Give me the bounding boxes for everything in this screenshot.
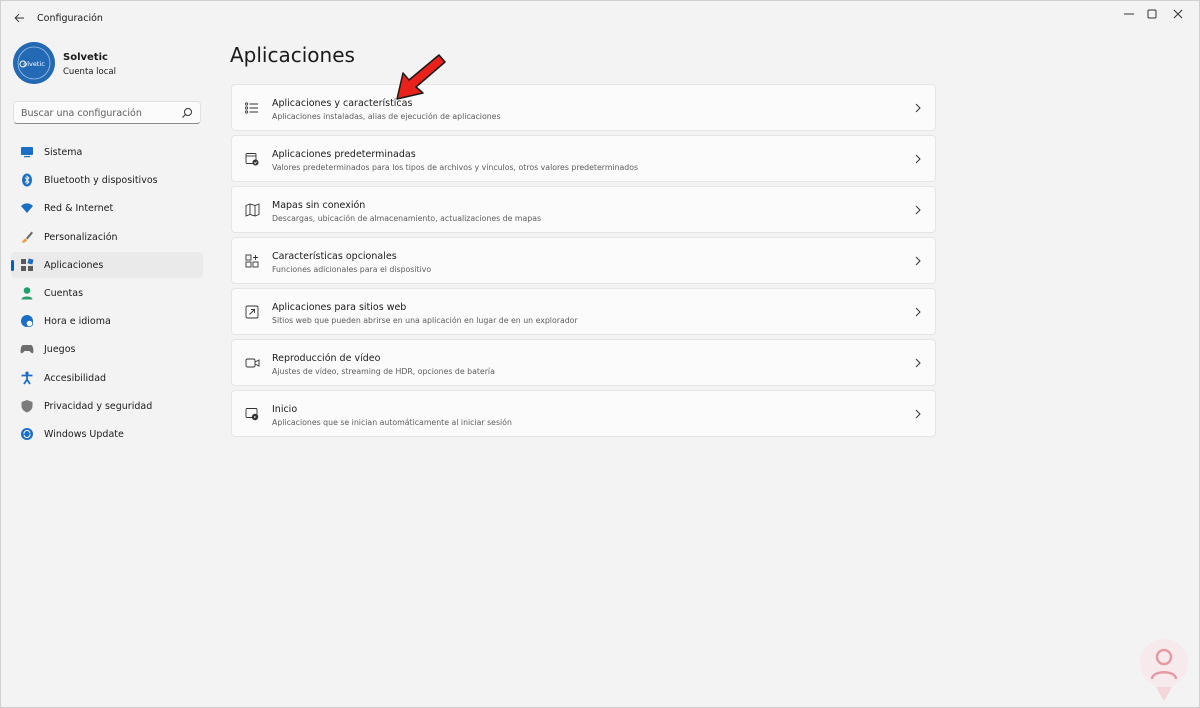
avatar-text: olvetic xyxy=(23,60,45,68)
close-icon xyxy=(1173,9,1183,19)
card-subtitle: Funciones adicionales para el dispositiv… xyxy=(272,265,432,274)
sidebar-item-cuentas[interactable]: Cuentas xyxy=(11,280,203,306)
card-title: Reproducción de vídeo xyxy=(272,353,381,364)
sidebar-item-label: Privacidad y seguridad xyxy=(44,400,153,412)
search-input[interactable]: Buscar una configuración xyxy=(13,101,201,124)
update-icon xyxy=(20,427,34,441)
card-web-apps[interactable]: Aplicaciones para sitios web Sitios web … xyxy=(231,288,936,335)
sidebar-item-juegos[interactable]: Juegos xyxy=(11,336,203,362)
card-default-apps[interactable]: Aplicaciones predeterminadas Valores pre… xyxy=(231,135,936,182)
web-app-icon xyxy=(244,304,260,320)
card-title: Características opcionales xyxy=(272,251,397,262)
avatar: olvetic xyxy=(13,42,55,84)
chevron-right-icon xyxy=(915,409,921,419)
card-title: Inicio xyxy=(272,404,298,415)
settings-window: Configuración olvetic Solvetic Cuenta lo… xyxy=(0,0,1200,708)
startup-icon xyxy=(244,406,260,422)
sidebar-item-bluetooth[interactable]: Bluetooth y dispositivos xyxy=(11,167,203,193)
sidebar-item-label: Juegos xyxy=(44,344,76,356)
brush-icon xyxy=(20,230,34,244)
card-subtitle: Aplicaciones instaladas, alias de ejecuc… xyxy=(272,112,501,121)
annotation-arrow-icon xyxy=(396,54,446,100)
sidebar-item-label: Windows Update xyxy=(44,428,124,440)
card-subtitle: Descargas, ubicación de almacenamiento, … xyxy=(272,214,542,223)
back-button[interactable] xyxy=(7,6,31,30)
sidebar-item-label: Red & Internet xyxy=(44,203,114,215)
card-apps-features[interactable]: Aplicaciones y características Aplicacio… xyxy=(231,84,936,131)
profile-name: Solvetic xyxy=(63,52,108,63)
list-icon xyxy=(244,100,260,116)
card-subtitle: Valores predeterminados para los tipos d… xyxy=(272,163,639,172)
card-title: Mapas sin conexión xyxy=(272,200,366,211)
title-bar: Configuración xyxy=(1,1,1200,35)
watermark-logo-icon xyxy=(1140,639,1188,701)
shield-icon xyxy=(20,399,34,413)
settings-card-list: Aplicaciones y características Aplicacio… xyxy=(231,84,936,441)
page-title: Aplicaciones xyxy=(230,43,355,67)
card-subtitle: Sitios web que pueden abrirse en una apl… xyxy=(272,316,578,325)
sidebar-item-label: Bluetooth y dispositivos xyxy=(44,175,158,187)
sidebar-item-sistema[interactable]: Sistema xyxy=(11,139,203,165)
card-title: Aplicaciones para sitios web xyxy=(272,302,407,313)
map-icon xyxy=(244,202,260,218)
sidebar-item-label: Cuentas xyxy=(44,287,84,299)
bluetooth-icon xyxy=(20,173,34,187)
sidebar-item-red[interactable]: Red & Internet xyxy=(11,195,203,221)
chevron-right-icon xyxy=(915,154,921,164)
user-profile[interactable]: olvetic Solvetic Cuenta local xyxy=(13,42,203,84)
search-placeholder: Buscar una configuración xyxy=(21,108,142,119)
search-icon[interactable] xyxy=(181,107,193,119)
card-subtitle: Aplicaciones que se inician automáticame… xyxy=(272,418,512,427)
sidebar-item-label: Sistema xyxy=(44,147,83,158)
chevron-right-icon xyxy=(915,256,921,266)
chevron-right-icon xyxy=(915,205,921,215)
sidebar-item-label: Aplicaciones xyxy=(44,259,104,271)
close-button[interactable] xyxy=(1155,1,1200,27)
card-title: Aplicaciones predeterminadas xyxy=(272,149,416,160)
profile-account-type: Cuenta local xyxy=(63,67,116,77)
gamepad-icon xyxy=(20,342,34,356)
sidebar-item-privacidad[interactable]: Privacidad y seguridad xyxy=(11,393,203,419)
card-offline-maps[interactable]: Mapas sin conexión Descargas, ubicación … xyxy=(231,186,936,233)
sidebar-item-windows-update[interactable]: Windows Update xyxy=(11,421,203,447)
sidebar-item-label: Hora e idioma xyxy=(44,316,111,328)
grid-add-icon xyxy=(244,253,260,269)
video-icon xyxy=(244,355,260,371)
card-subtitle: Ajustes de vídeo, streaming de HDR, opci… xyxy=(272,367,495,376)
wifi-icon xyxy=(20,201,34,215)
chevron-right-icon xyxy=(915,307,921,317)
person-icon xyxy=(20,286,34,300)
globe-clock-icon xyxy=(20,314,34,328)
sidebar-item-label: Personalización xyxy=(44,231,118,243)
sidebar-item-label: Accesibilidad xyxy=(44,372,107,384)
system-icon xyxy=(20,145,34,159)
sidebar-item-aplicaciones[interactable]: Aplicaciones xyxy=(11,251,203,278)
card-optional-features[interactable]: Características opcionales Funciones adi… xyxy=(231,237,936,284)
accessibility-icon xyxy=(20,371,34,385)
back-arrow-icon xyxy=(13,13,24,23)
sidebar-item-accesibilidad[interactable]: Accesibilidad xyxy=(11,365,203,391)
sidebar-nav: Sistema Bluetooth y dispositivos Red & I… xyxy=(11,139,203,449)
default-apps-icon xyxy=(244,151,260,167)
window-title: Configuración xyxy=(37,13,103,24)
card-video-playback[interactable]: Reproducción de vídeo Ajustes de vídeo, … xyxy=(231,339,936,386)
sidebar-item-hora[interactable]: Hora e idioma xyxy=(11,308,203,334)
chevron-right-icon xyxy=(915,103,921,113)
apps-icon xyxy=(20,258,34,272)
sidebar-item-personalizacion[interactable]: Personalización xyxy=(11,224,203,250)
chevron-right-icon xyxy=(915,358,921,368)
card-startup[interactable]: Inicio Aplicaciones que se inician autom… xyxy=(231,390,936,437)
